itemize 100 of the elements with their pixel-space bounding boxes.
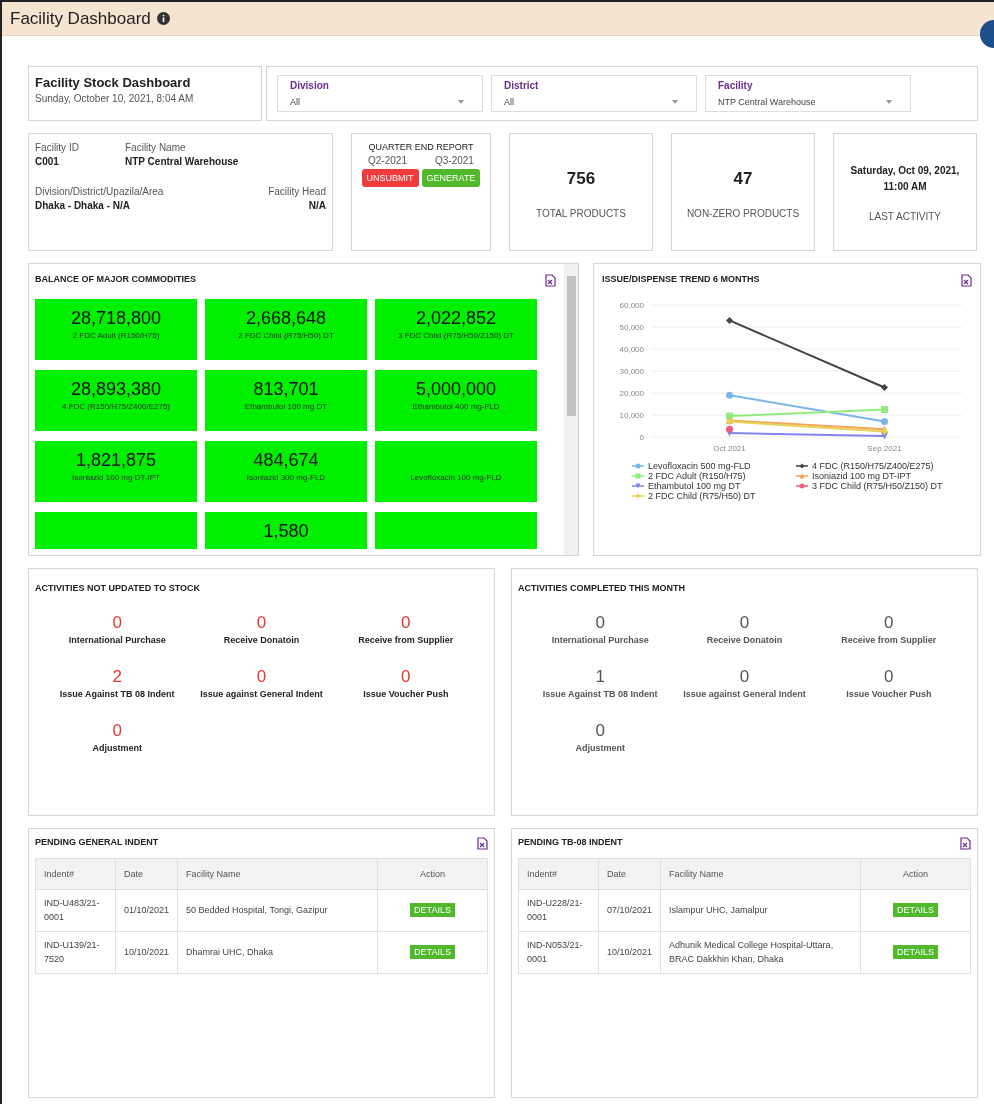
- commodity-value: 28,718,800: [70, 307, 162, 329]
- commodity-label: 4 FDC (R150/H75/Z400/E275): [61, 402, 171, 411]
- activity-label: Issue Voucher Push: [846, 689, 932, 699]
- legend-label: 3 FDC Child (R75/H50/Z150) DT: [812, 481, 943, 491]
- activity-label: Receive Donatoin: [223, 635, 300, 645]
- legend-label: 2 FDC Child (R75/H50) DT: [648, 491, 756, 501]
- column-header: Action: [860, 858, 971, 890]
- stat-label: TOTAL PRODUCTS: [536, 208, 626, 220]
- column-header: Indent#: [35, 858, 116, 890]
- activity-count: 0: [739, 613, 750, 633]
- summary-title: Facility Stock Dashboard: [35, 75, 192, 90]
- activity-count: 0: [739, 667, 750, 687]
- point: [881, 384, 888, 391]
- table-cell: Dhamrai UHC, Dhaka: [177, 931, 378, 974]
- legend-marker-icon: [632, 493, 644, 499]
- commodity-value: 813,701: [253, 378, 319, 400]
- point: [881, 418, 888, 426]
- activity-label: Adjustment: [575, 743, 625, 753]
- column-header: Facility Name: [660, 858, 861, 890]
- table-cell: IND-U228/21-0001: [518, 889, 599, 932]
- page-title: Facility Dashboard: [10, 8, 151, 29]
- panel-title: PENDING TB-08 INDENT: [518, 837, 623, 849]
- commodity-label: Isoniazid 100 mg DT-IPT: [71, 473, 160, 482]
- stat-value: 756: [566, 167, 596, 190]
- field-label: Facility Name: [125, 142, 187, 153]
- field-value: NTP Central Warehouse: [125, 156, 240, 167]
- table-cell: 10/10/2021: [115, 931, 178, 974]
- activity-label: International Purchase: [551, 635, 649, 645]
- info-icon[interactable]: [156, 12, 170, 25]
- axis-tick-label: 20,000: [619, 389, 644, 398]
- legend-item[interactable]: 2 FDC Child (R75/H50) DT: [632, 491, 788, 501]
- activity-count: 0: [595, 613, 605, 633]
- commodity-value: 1,821,875: [75, 449, 157, 471]
- panel-title: ISSUE/DISPENSE TREND 6 MONTHS: [602, 274, 760, 286]
- legend-item[interactable]: 4 FDC (R150/H75/Z400/E275): [796, 461, 952, 471]
- commodity-label: 2 FDC Child (R75/H50) DT: [238, 331, 334, 340]
- field-value: C001: [35, 156, 60, 167]
- commodity-value: 2,022,852: [415, 307, 497, 329]
- legend-marker-icon: [796, 473, 808, 479]
- legend-marker-icon: [632, 473, 644, 479]
- activity-label: Issue against General Indent: [683, 689, 806, 699]
- quarter-label: Q3-2021: [435, 155, 474, 166]
- legend-label: 4 FDC (R150/H75/Z400/E275): [812, 461, 934, 471]
- activity-count: 0: [256, 667, 267, 687]
- legend-item[interactable]: 2 FDC Adult (R150/H75): [632, 471, 788, 481]
- excel-export-icon[interactable]: [961, 274, 972, 287]
- activity-count: 0: [112, 613, 122, 633]
- axis-tick-label: 60,000: [619, 301, 644, 310]
- table-cell: 07/10/2021: [598, 889, 661, 932]
- table-cell: 10/10/2021: [598, 931, 661, 974]
- field-label: Facility ID: [35, 142, 80, 153]
- excel-export-icon[interactable]: [960, 837, 971, 850]
- filter-select[interactable]: District All: [491, 75, 697, 112]
- table-cell: Islampur UHC, Jamalpur: [660, 889, 861, 932]
- panel-title: ACTIVITIES NOT UPDATED TO STOCK: [35, 583, 200, 593]
- stat-label: NON-ZERO PRODUCTS: [686, 208, 800, 220]
- filter-select[interactable]: Division All: [277, 75, 483, 112]
- table-cell: 50 Bedded Hospital, Tongi, Gazipur: [177, 889, 378, 932]
- quarter-report-title: QUARTER END REPORT: [368, 142, 474, 152]
- activity-label: Receive Donatoin: [706, 635, 783, 645]
- legend-item[interactable]: Isoniazid 100 mg DT-IPT: [796, 471, 952, 481]
- activity-label: International Purchase: [68, 635, 166, 645]
- legend-marker-icon: [796, 483, 808, 489]
- table-cell: IND-U139/21-7520: [35, 931, 116, 974]
- stat-value: Saturday, Oct 09, 2021, 11:00 AM: [849, 163, 961, 194]
- table-cell: IND-N053/21-0001: [518, 931, 599, 974]
- activity-label: Issue against General Indent: [200, 689, 323, 699]
- scrollbar[interactable]: [564, 264, 578, 555]
- axis-tick-label: 50,000: [619, 323, 644, 332]
- legend-label: Ethambutol 100 mg DT: [648, 481, 741, 491]
- legend-label: 2 FDC Adult (R150/H75): [648, 471, 746, 481]
- activity-count: 0: [256, 613, 267, 633]
- excel-export-icon[interactable]: [545, 274, 556, 287]
- legend-label: Levofloxacin 500 mg-FLD: [648, 461, 751, 471]
- activity-count: 0: [401, 613, 411, 633]
- axis-tick-label: Sep 2021: [867, 444, 902, 453]
- caret-icon: [886, 100, 892, 104]
- activity-label: Issue Against TB 08 Indent: [542, 689, 658, 699]
- commodity-label: Levofloxacin 100 mg-FLD: [410, 473, 502, 482]
- axis-tick-label: 0: [639, 433, 644, 442]
- legend-item[interactable]: Levofloxacin 500 mg-FLD: [632, 461, 788, 471]
- quarter-label: Q2-2021: [368, 155, 407, 166]
- column-header: Date: [598, 858, 661, 890]
- axis-tick-label: 10,000: [619, 411, 644, 420]
- activity-count: 1: [595, 667, 605, 687]
- legend-marker-icon: [632, 463, 644, 469]
- commodity-label: Isoniazid 300 mg-FLD: [246, 473, 326, 482]
- legend-marker-icon: [796, 463, 808, 469]
- legend-marker-icon: [632, 483, 644, 489]
- column-header: Date: [115, 858, 178, 890]
- point: [726, 316, 733, 324]
- excel-export-icon[interactable]: [477, 837, 488, 850]
- point: [726, 391, 733, 399]
- legend-item[interactable]: Ethambutol 100 mg DT: [632, 481, 788, 491]
- legend-item[interactable]: 3 FDC Child (R75/H50/Z150) DT: [796, 481, 952, 491]
- panel-title: BALANCE OF MAJOR COMMODITIES: [35, 274, 196, 286]
- filter-select[interactable]: Facility NTP Central Warehouse: [705, 75, 911, 112]
- report-button[interactable]: UNSUBMIT: [361, 169, 419, 187]
- field-value: N/A: [308, 200, 326, 211]
- activity-count: 0: [884, 667, 894, 687]
